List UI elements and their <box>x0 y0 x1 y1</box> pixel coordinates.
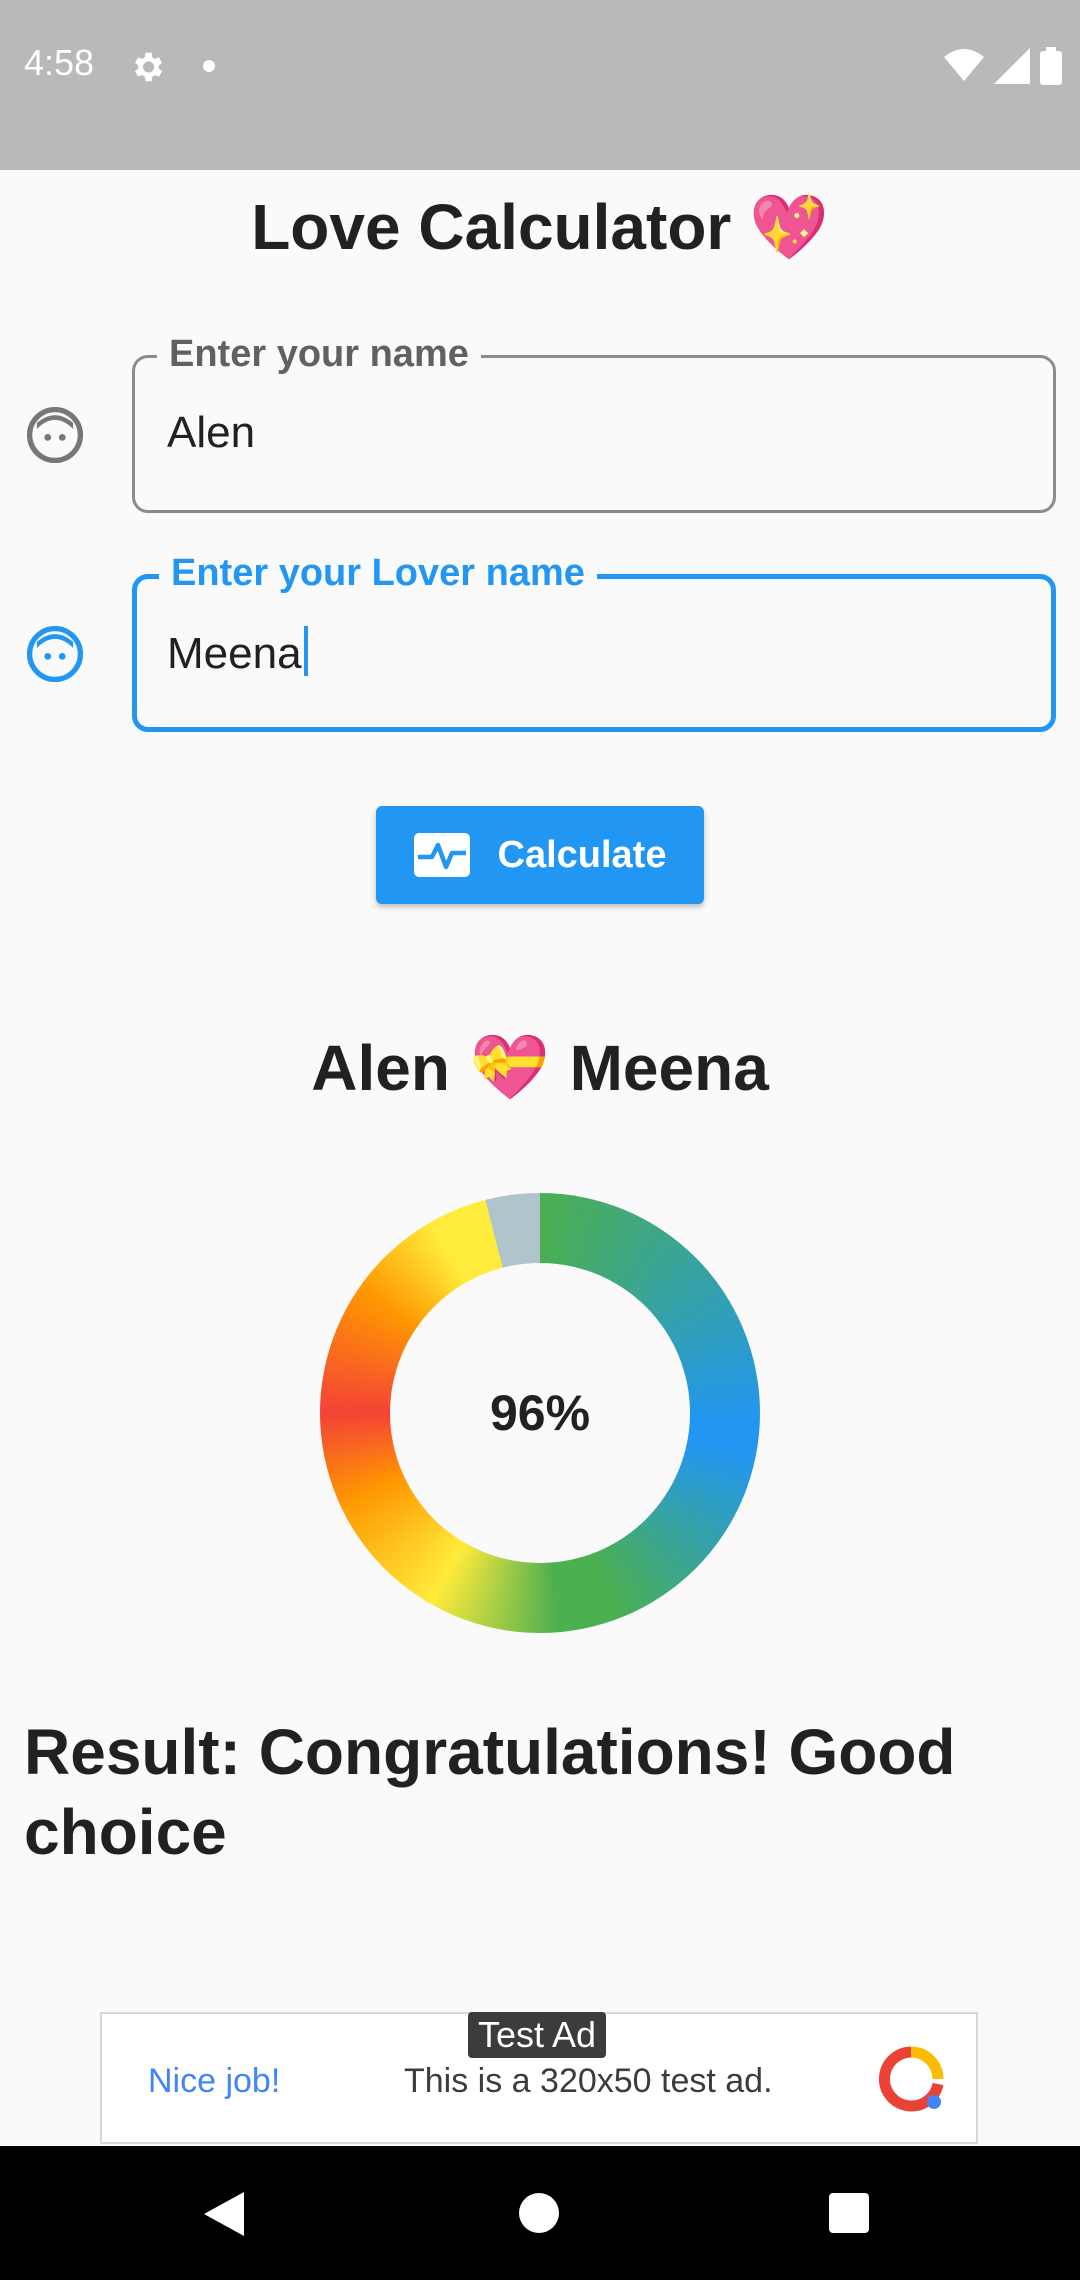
notification-dot <box>203 60 215 72</box>
ad-banner[interactable]: Test Ad Nice job! This is a 320x50 test … <box>100 2012 978 2144</box>
navigation-bar <box>0 2146 1080 2280</box>
name-field-value: Alen <box>167 408 256 457</box>
love-percentage-text: 96% <box>489 1385 591 1441</box>
back-icon[interactable] <box>204 2192 244 2236</box>
ad-text: This is a 320x50 test ad. <box>404 2062 773 2100</box>
second-name: Meena <box>569 1031 769 1104</box>
activity-pulse-icon <box>413 833 470 877</box>
battery-icon <box>1040 47 1062 85</box>
couple-names-heading: Alen 💝 Meena <box>0 1030 1080 1105</box>
status-bar: 4:58 <box>0 0 1080 170</box>
result-message: Result: Congratulations! Good choice <box>24 1716 956 1868</box>
settings-gear-icon <box>134 52 163 82</box>
lover-name-field[interactable]: Enter your Lover name Meena <box>132 552 1056 732</box>
love-percentage-donut: 96% <box>320 1193 760 1633</box>
first-name: Alen <box>311 1031 450 1104</box>
lover-name-text: Meena <box>167 629 302 678</box>
status-icons <box>944 46 1062 86</box>
text-caret <box>303 626 308 676</box>
calculate-button[interactable]: Calculate <box>376 806 704 904</box>
face-icon <box>26 406 84 464</box>
wifi-icon <box>944 49 984 81</box>
name-field-label: Enter your name <box>157 333 481 376</box>
lover-name-field-value: Meena <box>167 626 308 679</box>
ad-tag: Test Ad <box>468 2012 607 2058</box>
calculate-button-label: Calculate <box>497 833 667 876</box>
recents-icon[interactable] <box>829 2193 869 2233</box>
page-title: Love Calculator 💖 <box>0 190 1080 265</box>
face-icon-active <box>26 625 84 683</box>
status-time: 4:58 <box>24 42 95 83</box>
ad-logo-icon <box>878 2046 944 2112</box>
lover-name-field-label: Enter your Lover name <box>159 552 597 595</box>
sparkling-heart-emoji: 💖 <box>749 191 829 263</box>
name-field[interactable]: Enter your name Alen <box>132 333 1056 513</box>
signal-icon <box>994 48 1030 84</box>
home-icon[interactable] <box>519 2193 559 2233</box>
donut-center: 96% <box>390 1263 690 1563</box>
ad-nice-job: Nice job! <box>148 2062 281 2100</box>
heart-ribbon-emoji: 💝 <box>469 1031 550 1103</box>
title-text: Love Calculator <box>251 191 732 263</box>
